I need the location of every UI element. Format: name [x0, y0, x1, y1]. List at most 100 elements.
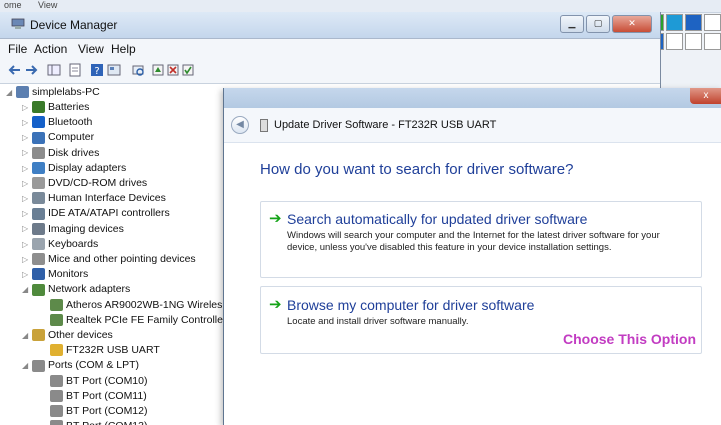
tree-item[interactable]: ◢ Network adapters	[22, 283, 130, 298]
expand-toggle-icon[interactable]: ◢	[22, 331, 32, 340]
help-icon[interactable]: ?	[90, 63, 104, 77]
show-hide-tree-icon[interactable]	[47, 63, 61, 77]
tree-item[interactable]: ▷ Imaging devices	[22, 222, 124, 238]
tree-item[interactable]: BT Port (COM11)	[40, 390, 147, 405]
tree-item[interactable]: ◢ Ports (COM & LPT)	[22, 359, 139, 374]
back-button[interactable]: ◀	[231, 116, 249, 134]
tree-item-label: Keyboards	[48, 238, 99, 251]
tree-item[interactable]: Realtek PCIe FE Family Controlle	[40, 314, 223, 329]
menu-action[interactable]: Action	[34, 42, 67, 56]
color-swatch	[685, 33, 702, 50]
tree-item[interactable]: ▷ Human Interface Devices	[22, 192, 166, 207]
bg-menu-item: View	[38, 0, 58, 10]
menu-file[interactable]: File	[8, 42, 27, 56]
port-icon	[50, 420, 63, 425]
usb-device-icon	[260, 119, 268, 132]
tree-item[interactable]: ▷ Keyboards	[22, 238, 98, 253]
dialog-title: Update Driver Software - FT232R USB UART	[274, 119, 497, 131]
device-manager-titlebar: Device Manager ▁ ▢ ✕	[0, 12, 660, 39]
expand-toggle-icon[interactable]: ▷	[22, 255, 32, 264]
window-title: Device Manager	[30, 18, 118, 32]
svg-text:?: ?	[94, 66, 99, 77]
tree-item-label: BT Port (COM10)	[66, 374, 148, 387]
bg-menu-item: ome	[4, 0, 22, 10]
tree-item[interactable]: ▷ IDE ATA/ATAPI controllers	[22, 207, 170, 222]
menu-bar: File Action View Help	[0, 39, 660, 59]
tree-item[interactable]: ▷ Bluetooth	[22, 116, 92, 131]
network-icon	[32, 283, 45, 296]
warning-device-icon	[50, 344, 63, 357]
tree-item-label: BT Port (COM11)	[66, 390, 147, 403]
tree-item[interactable]: BT Port (COM10)	[40, 374, 148, 390]
expand-toggle-icon[interactable]: ▷	[22, 164, 32, 173]
update-driver-icon[interactable]	[151, 63, 165, 77]
tree-item[interactable]: FT232R USB UART	[40, 344, 160, 359]
tree-item[interactable]: BT Port (COM12)	[40, 405, 148, 420]
expand-toggle-icon[interactable]: ▷	[22, 224, 32, 233]
search-automatically-option[interactable]: ➔ Search automatically for updated drive…	[260, 201, 702, 278]
tree-item[interactable]: ▷ Mice and other pointing devices	[22, 253, 196, 268]
option-description: Windows will search your computer and th…	[287, 230, 660, 253]
close-button[interactable]: ✕	[612, 15, 652, 33]
tree-item[interactable]: Atheros AR9002WB-1NG Wireles	[40, 298, 222, 314]
enable-device-icon[interactable]	[181, 63, 195, 77]
dialog-header: ◀ Update Driver Software - FT232R USB UA…	[224, 108, 721, 143]
toolbar: ?	[0, 59, 660, 84]
expand-toggle-icon[interactable]: ◢	[22, 361, 32, 370]
tree-item[interactable]: ▷ Batteries	[22, 101, 89, 116]
tree-item[interactable]: ◢ Other devices	[22, 329, 113, 344]
tree-item[interactable]: ▷ Monitors	[22, 268, 88, 283]
tree-item-label: IDE ATA/ATAPI controllers	[48, 207, 170, 220]
option-description: Locate and install driver software manua…	[287, 316, 469, 327]
port-icon	[32, 359, 45, 372]
tree-item-label: FT232R USB UART	[66, 344, 160, 357]
computer-icon	[16, 86, 29, 99]
hid-icon	[32, 192, 45, 205]
expand-toggle-icon[interactable]: ▷	[22, 209, 32, 218]
forward-arrow-icon[interactable]	[24, 63, 38, 77]
tree-item[interactable]: ▷ Display adapters	[22, 162, 126, 177]
choose-this-option-annotation: Choose This Option	[563, 331, 696, 347]
expand-toggle-icon[interactable]: ▷	[22, 179, 32, 188]
device-manager-icon	[11, 18, 25, 29]
menu-help[interactable]: Help	[111, 42, 136, 56]
expand-toggle-icon[interactable]: ▷	[22, 103, 32, 112]
dialog-close-button[interactable]: x	[690, 88, 721, 104]
tree-item-label: Display adapters	[48, 162, 127, 175]
maximize-button[interactable]: ▢	[586, 15, 610, 33]
tree-item-label: Imaging devices	[48, 222, 124, 235]
collapse-toggle-icon[interactable]: ◢	[6, 88, 16, 97]
tree-item-label: Monitors	[48, 268, 89, 281]
tree-item-label: Network adapters	[48, 283, 131, 296]
tree-root[interactable]: ◢ simplelabs-PC	[6, 86, 100, 101]
expand-toggle-icon[interactable]: ▷	[22, 133, 32, 142]
expand-toggle-icon[interactable]: ▷	[22, 240, 32, 249]
browse-computer-option[interactable]: ➔ Browse my computer for driver software…	[260, 286, 702, 354]
tree-item[interactable]: ▷ Disk drives	[22, 146, 99, 162]
tree-item[interactable]: ▷ Computer	[22, 131, 94, 146]
green-arrow-icon: ➔	[269, 210, 282, 227]
minimize-button[interactable]: ▁	[560, 15, 584, 33]
color-swatch	[666, 33, 683, 50]
expand-toggle-icon[interactable]: ▷	[22, 118, 32, 127]
battery-icon	[32, 101, 45, 114]
tree-item[interactable]: BT Port (COM13)	[40, 420, 148, 425]
back-arrow-icon[interactable]	[8, 63, 22, 77]
expand-toggle-icon[interactable]: ▷	[22, 270, 32, 279]
tree-item[interactable]: ▷ DVD/CD-ROM drives	[22, 177, 147, 192]
tree-item-label: Human Interface Devices	[48, 192, 166, 205]
tree-item-label: Ports (COM & LPT)	[48, 359, 140, 372]
ide-icon	[32, 207, 45, 220]
expand-toggle-icon[interactable]: ▷	[22, 194, 32, 203]
scan-hardware-icon[interactable]	[131, 63, 145, 77]
uninstall-icon[interactable]	[166, 63, 180, 77]
dialog-question: How do you want to search for driver sof…	[260, 161, 574, 178]
computer-icon	[32, 131, 45, 144]
view-icon[interactable]	[107, 63, 121, 77]
disk-icon	[32, 146, 45, 159]
properties-icon[interactable]	[68, 63, 82, 77]
expand-toggle-icon[interactable]: ◢	[22, 285, 32, 294]
menu-view[interactable]: View	[78, 42, 104, 56]
device-tree: ◢ simplelabs-PC ▷ Batteries ▷ Bluetooth ▷ Comp…	[0, 84, 230, 425]
expand-toggle-icon[interactable]: ▷	[22, 148, 32, 157]
